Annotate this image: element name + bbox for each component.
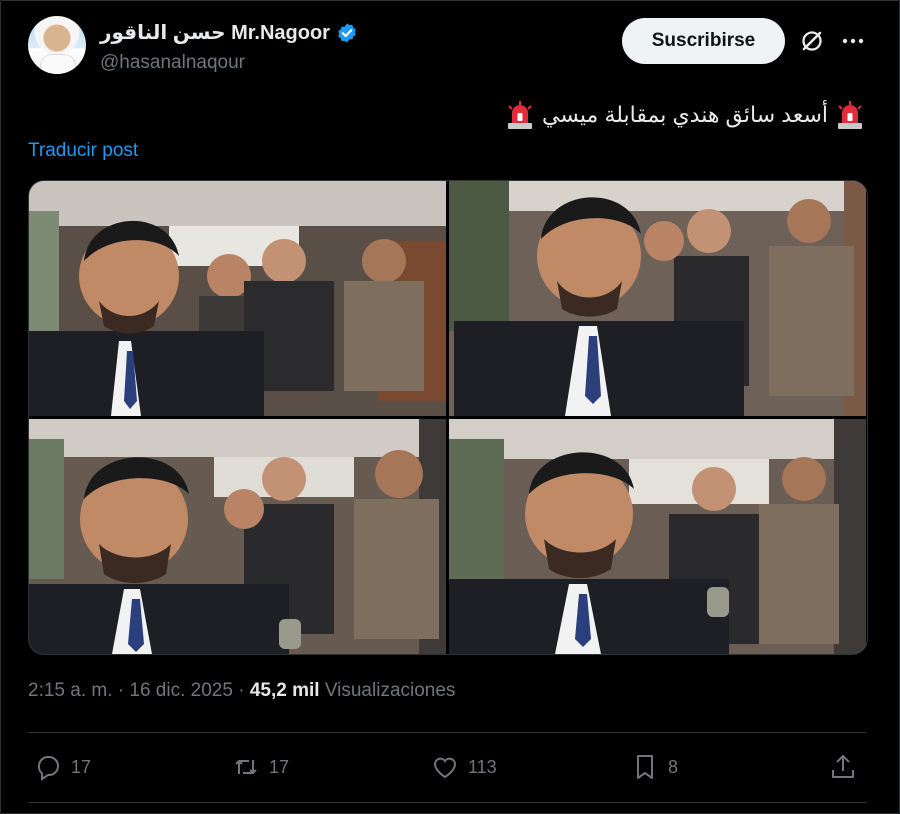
reply-button[interactable]: 17 <box>33 752 91 782</box>
action-bar: 17 17 113 8 <box>28 744 866 794</box>
heart-icon <box>433 757 457 779</box>
car-selfie-photo <box>29 181 446 416</box>
photo-2[interactable] <box>449 181 866 416</box>
photo-4[interactable] <box>449 419 866 654</box>
meta-separator: · <box>238 680 245 701</box>
car-selfie-photo <box>449 181 866 416</box>
repost-count: 17 <box>269 756 290 777</box>
tweet-date[interactable]: 16 dic. 2025 <box>129 680 233 701</box>
views-label: Visualizaciones <box>324 680 456 701</box>
bookmark-icon <box>637 755 653 779</box>
divider <box>28 732 866 733</box>
tweet-text-content: أسعد سائق هندي بمقابلة ميسي <box>541 102 828 127</box>
repost-button[interactable]: 17 <box>231 752 289 782</box>
subscribe-button[interactable]: Suscribirse <box>622 18 785 64</box>
reply-icon <box>37 756 59 781</box>
tweet-time[interactable]: 2:15 a. m. <box>28 680 113 701</box>
views-count: 45,2 mil <box>249 680 320 701</box>
grok-icon[interactable] <box>799 28 825 54</box>
translate-link[interactable]: Traducir post <box>28 140 138 162</box>
tweet-text: أسعد سائق هندي بمقابلة ميسي <box>506 100 864 130</box>
like-count: 113 <box>468 756 497 777</box>
repost-icon <box>235 760 257 774</box>
share-icon <box>832 755 854 778</box>
author-name-row[interactable]: حسن الناقور Mr.Nagoor <box>100 20 358 45</box>
media-grid <box>28 180 868 655</box>
divider <box>28 802 866 803</box>
meta-separator: · <box>117 680 125 701</box>
police-siren-icon <box>507 101 532 129</box>
author-display-name[interactable]: حسن الناقور Mr.Nagoor <box>100 20 330 45</box>
bookmark-button[interactable]: 8 <box>630 752 678 782</box>
tweet-meta: 2:15 a. m. · 16 dic. 2025 · 45,2 mil Vis… <box>28 680 455 702</box>
reply-count: 17 <box>71 756 92 777</box>
police-siren-icon <box>838 101 862 129</box>
photo-1[interactable] <box>29 181 446 416</box>
like-button[interactable]: 113 <box>430 752 497 782</box>
car-selfie-photo <box>449 419 866 654</box>
more-dots-icon[interactable] <box>840 28 866 54</box>
bookmark-count: 8 <box>668 756 679 777</box>
tweet-header: حسن الناقور Mr.Nagoor @hasanalnaqour Sus… <box>28 14 872 78</box>
verified-badge-icon <box>338 22 356 43</box>
car-selfie-photo <box>29 419 446 654</box>
photo-3[interactable] <box>29 419 446 654</box>
avatar[interactable] <box>28 16 86 74</box>
author-handle[interactable]: @hasanalnaqour <box>100 52 245 74</box>
share-button[interactable] <box>828 752 858 782</box>
